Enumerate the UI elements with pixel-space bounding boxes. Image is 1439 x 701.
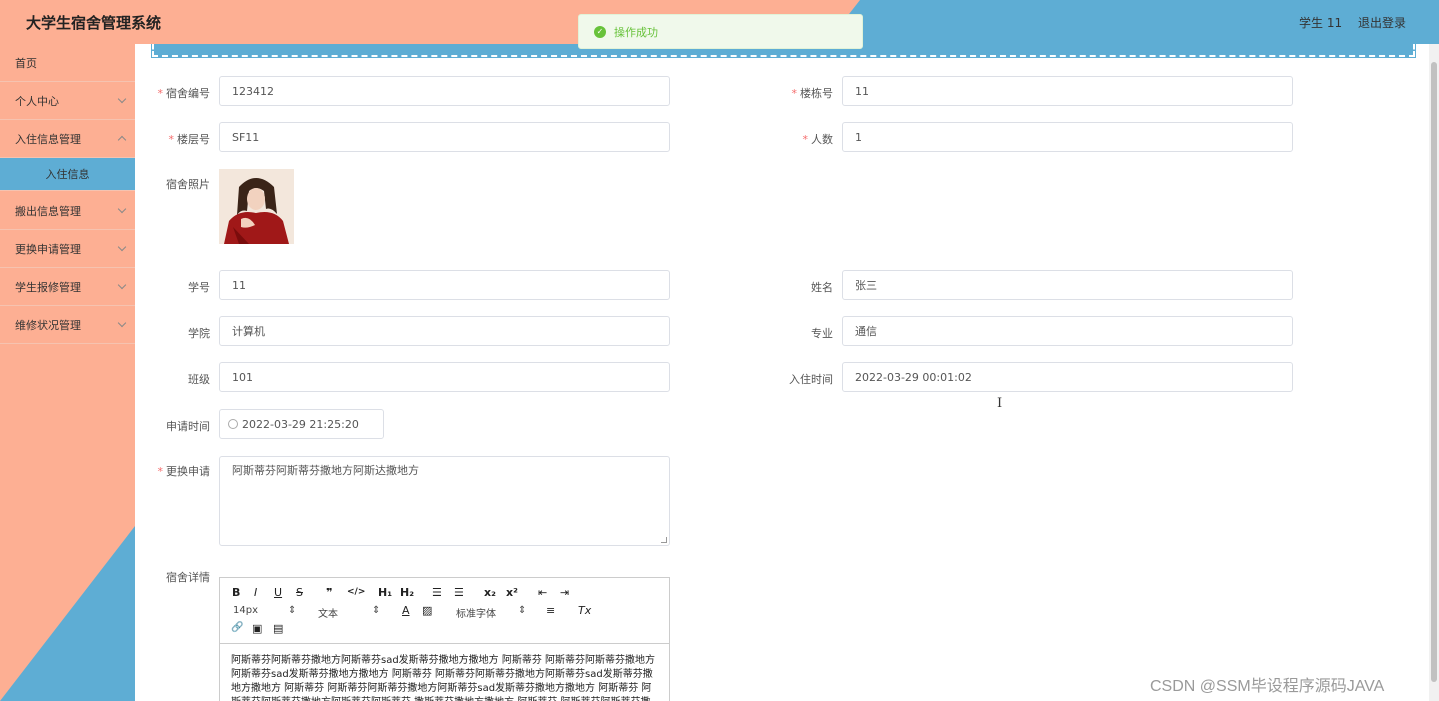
success-check-icon: ✓	[594, 25, 606, 38]
checkin-time-label: 入住时间	[789, 373, 833, 386]
scrollbar-thumb[interactable]	[1431, 62, 1437, 682]
resize-grip-icon[interactable]	[661, 537, 667, 543]
name-field[interactable]: 张三	[842, 270, 1293, 300]
sidebar-item-change-apply-management[interactable]: 更换申请管理	[0, 230, 135, 268]
current-user: 学生 11	[1299, 16, 1343, 30]
floor-no-label: * 楼层号	[168, 133, 211, 146]
chevron-updown-icon: ⇕	[372, 605, 381, 616]
college-field[interactable]: 计算机	[219, 316, 670, 346]
video-icon[interactable]: ▤	[273, 622, 283, 635]
font-size-select[interactable]: 14px	[233, 605, 258, 616]
student-no-field[interactable]: 11	[219, 270, 670, 300]
image-icon[interactable]: ▣	[252, 622, 262, 635]
name-label: 姓名	[811, 281, 833, 294]
main-content: * 宿舍编号 123412 * 楼栋号 11 * 楼层号 SF11 * 人数 1 宿舍照…	[135, 44, 1429, 701]
clock-icon	[228, 419, 238, 429]
chevron-down-icon	[117, 242, 127, 252]
chevron-down-icon	[117, 280, 127, 290]
superscript-icon[interactable]: x²	[506, 586, 518, 599]
indent-icon[interactable]: ⇥	[560, 586, 569, 599]
dorm-photo-label: 宿舍照片	[166, 178, 210, 191]
toast-message: 操作成功	[614, 25, 658, 39]
sidebar-item-home[interactable]: 首页	[0, 44, 135, 82]
ordered-list-icon[interactable]: ☰	[432, 586, 442, 599]
sidebar-item-profile[interactable]: 个人中心	[0, 82, 135, 120]
link-icon[interactable]: 🔗	[231, 622, 243, 633]
chevron-down-icon	[117, 204, 127, 214]
sidebar-item-checkin-info[interactable]: 入住信息	[0, 158, 135, 191]
sidebar-item-label: 更换申请管理	[15, 242, 81, 256]
header-select[interactable]: 文本	[318, 605, 338, 620]
code-icon[interactable]: </>	[347, 587, 365, 597]
class-label: 班级	[188, 373, 210, 386]
people-label: * 人数	[802, 133, 834, 146]
text-color-icon[interactable]: A	[402, 604, 410, 617]
sidebar-item-repair-status-management[interactable]: 维修状况管理	[0, 306, 135, 344]
sidebar-item-label: 维修状况管理	[15, 318, 81, 332]
student-no-label: 学号	[188, 281, 210, 294]
sidebar-item-label: 入住信息管理	[15, 132, 81, 146]
editor-content[interactable]: 阿斯蒂芬阿斯蒂芬撒地方阿斯蒂芬sad发斯蒂芬撒地方撒地方 阿斯蒂芬 阿斯蒂芬阿斯…	[231, 654, 656, 701]
people-field[interactable]: 1	[842, 122, 1293, 152]
sidebar-item-repair-management[interactable]: 学生报修管理	[0, 268, 135, 306]
chevron-updown-icon: ⇕	[288, 605, 297, 616]
change-apply-label: * 更换申请	[157, 465, 211, 478]
apply-time-picker[interactable]: 2022-03-29 21:25:20	[219, 409, 384, 439]
dorm-no-field[interactable]: 123412	[219, 76, 670, 106]
dorm-photo-image	[219, 169, 294, 244]
page-scrollbar[interactable]	[1429, 44, 1439, 701]
chevron-up-icon	[117, 135, 127, 145]
blockquote-icon[interactable]: ❞	[326, 586, 332, 599]
chevron-down-icon	[117, 318, 127, 328]
underline-icon[interactable]: U	[274, 586, 282, 599]
apply-time-label: 申请时间	[166, 420, 210, 433]
sidebar: 首页 个人中心 入住信息管理 入住信息 搬出信息管理 更换申请管理 学生报修管理…	[0, 44, 135, 701]
h1-icon[interactable]: H₁	[378, 586, 392, 599]
major-field[interactable]: 通信	[842, 316, 1293, 346]
sidebar-item-moveout-management[interactable]: 搬出信息管理	[0, 192, 135, 230]
success-toast: ✓ 操作成功	[578, 14, 863, 49]
building-no-field[interactable]: 11	[842, 76, 1293, 106]
clear-format-icon[interactable]: Tx	[578, 604, 591, 617]
watermark: CSDN @SSM毕设程序源码JAVA	[1150, 678, 1385, 695]
dorm-photo[interactable]	[219, 169, 294, 244]
checkin-time-field[interactable]: 2022-03-29 00:01:02	[842, 362, 1293, 392]
sidebar-item-label: 入住信息	[45, 168, 90, 181]
h2-icon[interactable]: H₂	[400, 586, 414, 599]
text-cursor-icon: I	[997, 396, 1003, 411]
sidebar-item-label: 首页	[15, 56, 37, 70]
sidebar-item-checkin-management[interactable]: 入住信息管理	[0, 120, 135, 158]
rich-text-editor[interactable]: B I U S ❞ </> H₁ H₂ ☰ ☰ x₂ x² ⇤ ⇥ 14px ⇕…	[219, 577, 670, 701]
editor-toolbar: B I U S ❞ </> H₁ H₂ ☰ ☰ x₂ x² ⇤ ⇥ 14px ⇕…	[220, 578, 669, 644]
building-no-label: * 楼栋号	[791, 87, 834, 100]
app-title: 大学生宿舍管理系统	[26, 14, 162, 32]
bullet-list-icon[interactable]: ☰	[454, 586, 464, 599]
subscript-icon[interactable]: x₂	[484, 586, 496, 599]
logout-button[interactable]: 退出登录	[1358, 14, 1406, 31]
align-icon[interactable]: ≡	[546, 604, 555, 617]
chevron-updown-icon: ⇕	[518, 605, 527, 616]
class-field[interactable]: 101	[219, 362, 670, 392]
bold-icon[interactable]: B	[232, 586, 240, 599]
sidebar-item-label: 学生报修管理	[15, 280, 81, 294]
sidebar-decoration	[0, 526, 135, 701]
outdent-icon[interactable]: ⇤	[538, 586, 547, 599]
floor-no-field[interactable]: SF11	[219, 122, 670, 152]
college-label: 学院	[188, 327, 210, 340]
dorm-no-label: * 宿舍编号	[157, 87, 211, 100]
change-apply-textarea[interactable]: 阿斯蒂芬阿斯蒂芬撒地方阿斯达撒地方	[219, 456, 670, 546]
sidebar-item-label: 搬出信息管理	[15, 204, 81, 218]
dorm-detail-label: 宿舍详情	[166, 571, 210, 584]
font-family-select[interactable]: 标准字体	[456, 605, 496, 620]
major-label: 专业	[811, 327, 833, 340]
strike-icon[interactable]: S	[296, 586, 303, 599]
italic-icon[interactable]: I	[254, 586, 257, 599]
chevron-down-icon	[117, 94, 127, 104]
sidebar-item-label: 个人中心	[15, 94, 59, 108]
background-color-icon[interactable]: ▨	[422, 604, 432, 617]
